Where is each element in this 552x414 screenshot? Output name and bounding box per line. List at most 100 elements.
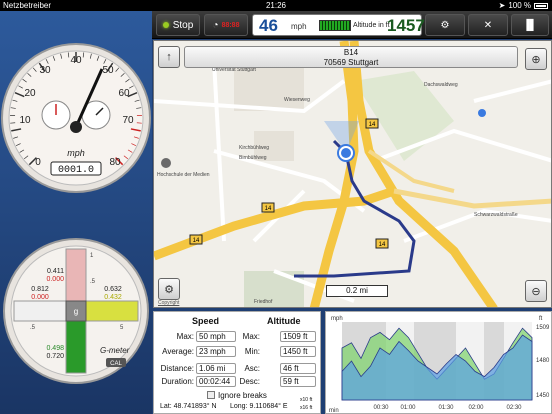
g-top-a: 0.411: [47, 268, 64, 275]
stop-button[interactable]: Stop: [156, 14, 200, 36]
gauge-toggle-button[interactable]: ◔ 88:88: [204, 14, 248, 36]
shield-label-2: 14: [265, 206, 272, 212]
altitude-header: Altitude: [267, 316, 301, 326]
duration-label: Duration:: [161, 377, 194, 386]
g-center: g: [74, 307, 78, 316]
address-bar[interactable]: B14 70569 Stuttgart: [184, 46, 518, 68]
shield-label-3: 14: [193, 238, 200, 244]
g-left-a: 0.812: [31, 286, 49, 293]
arrow-up-icon: ↑: [166, 51, 172, 63]
speed-unit: mph: [67, 148, 85, 158]
tick-60: 60: [118, 88, 130, 99]
chart-ytick-right-1: 1480: [536, 358, 550, 364]
latitude: Lat: 48.741893° N: [160, 403, 217, 410]
top-toolbar: Stop ◔ 88:88 46 mph Altitude in ft 1457 …: [152, 11, 552, 39]
battery-icon: [534, 2, 548, 9]
zoom-out-button[interactable]: ⊖: [525, 280, 547, 302]
distance-label: Distance:: [160, 364, 194, 373]
ignore-breaks-label: Ignore breaks: [218, 391, 267, 400]
bars-icon: ▐▌: [522, 19, 538, 31]
label-dachswaldweg: Dachswaldweg: [424, 82, 458, 88]
road-name: B14: [343, 48, 359, 57]
tick-30: 30: [39, 65, 51, 76]
settings-button[interactable]: ⚙: [425, 14, 465, 36]
altitude-label: Altitude in ft: [353, 22, 390, 29]
scale-x16: x16 ft: [300, 405, 313, 411]
clock: 21:26: [265, 1, 287, 10]
gauge-panel: 20 10 0 30 40 50 60 70 80 mph 0001.0 g 0…: [0, 11, 152, 414]
g-label: G-meter: [100, 346, 130, 355]
gauge-mini-readout: 88:88: [221, 21, 240, 29]
battery-percent: 100 %: [508, 1, 531, 10]
poi-icon: [161, 158, 171, 168]
tick-50: 50: [102, 65, 114, 76]
g-meter: g 0.411 0.000 0.812 0.000 0.632 0.432 0.…: [3, 238, 149, 384]
altitude-value: 1457: [387, 16, 425, 35]
max-speed-label: Max:: [176, 332, 194, 341]
status-right: ➤ 100 %: [499, 0, 548, 11]
tools-button[interactable]: ✕: [468, 14, 508, 36]
tick-70: 70: [122, 115, 134, 126]
stats-button[interactable]: ▐▌: [511, 14, 549, 36]
orientation-button[interactable]: ↑: [158, 46, 180, 68]
scale-bar: 0.2 mi: [326, 285, 388, 297]
label-kirchbuhl: Kirchbühlweg: [239, 145, 269, 151]
cal-label: CAL: [110, 361, 122, 367]
stop-label: Stop: [172, 19, 194, 31]
g-top-b: 0.000: [46, 276, 64, 283]
g-left-b: 0.000: [31, 294, 49, 301]
speed-header: Speed: [192, 316, 220, 326]
map-canvas: 14 14 14 14 Universität Stuttgart Wiesen…: [154, 41, 551, 307]
longitude: Long: 9.110684° E: [230, 403, 288, 410]
asc-label: Asc:: [244, 364, 260, 373]
alt-min-value: 1450 ft: [280, 346, 316, 357]
g-scale-top-half: .5: [90, 279, 96, 285]
chart-xtick-3: 02:00: [468, 405, 484, 411]
label-birnbuhl: Birnbühlweg: [239, 155, 267, 161]
stats-panel: Speed Altitude Max: 50 mph Average: 23 m…: [153, 311, 321, 414]
location-icon: ➤: [498, 1, 506, 10]
speed-unit-label: mph: [291, 22, 307, 31]
speedometer: 20 10 0 30 40 50 60 70 80 mph 0001.0: [1, 43, 151, 193]
g-right-a: 0.632: [104, 286, 122, 293]
desc-value: 59 ft: [280, 376, 316, 387]
map-view[interactable]: 14 14 14 14 Universität Stuttgart Wiesen…: [153, 40, 552, 308]
chart-xlabel: min: [329, 408, 339, 414]
avg-speed-label: Average:: [162, 347, 194, 356]
chart-svg: mph ft min 1509 1480 1450 00:30 01:00 01…: [329, 316, 550, 414]
map-legal-link[interactable]: Copyright: [158, 300, 179, 306]
g-scale-left-half: .5: [30, 325, 36, 331]
g-left-bar: [13, 300, 67, 322]
tick-20: 20: [24, 88, 36, 99]
tools-icon: ✕: [483, 19, 493, 31]
gear-icon: ⚙: [164, 283, 174, 296]
tick-40: 40: [70, 55, 82, 66]
gauge-icon: ◔: [212, 19, 219, 31]
map-settings-button[interactable]: ⚙: [158, 278, 180, 300]
tick-10: 10: [19, 115, 31, 126]
ignore-breaks-checkbox[interactable]: [207, 391, 215, 399]
chart-ylabel-left: mph: [331, 316, 343, 322]
label-wiesenweg: Wiesenweg: [284, 97, 310, 103]
g-bottom-bar: [65, 320, 87, 374]
g-right-bar: [85, 300, 139, 322]
shield-label-4: 14: [379, 242, 386, 248]
odometer: 0001.0: [58, 165, 94, 176]
chart-xtick-0: 00:30: [373, 405, 389, 411]
label-schwarzwald: Schwarzwaldstraße: [474, 212, 518, 218]
chart-ytick-right-0: 1509: [536, 325, 550, 331]
speed-value: 46: [259, 16, 278, 35]
tick-80: 80: [109, 157, 121, 168]
alt-max-value: 1509 ft: [280, 331, 316, 342]
gears-icon: ⚙: [440, 19, 450, 31]
label-friedhof: Friedhof: [254, 299, 273, 305]
zoom-in-button[interactable]: ⊕: [525, 48, 547, 70]
label-hdm: Hochschule der Medien: [157, 172, 210, 178]
status-bar: Netzbetreiber 21:26 ➤ 100 %: [0, 0, 552, 11]
asc-value: 46 ft: [280, 363, 316, 374]
g-bottom-a: 0.498: [46, 345, 64, 352]
altitude-bar: [319, 20, 351, 31]
zoom-out-icon: ⊖: [531, 285, 541, 298]
g-top-bar: [65, 248, 87, 302]
chart-xtick-1: 01:00: [400, 405, 416, 411]
